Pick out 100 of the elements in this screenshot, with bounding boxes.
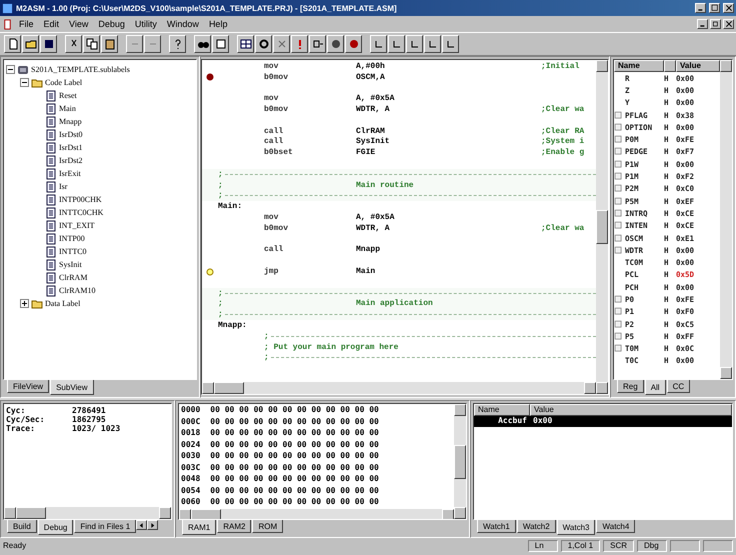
- menu-item[interactable]: Debug: [94, 19, 129, 29]
- tab[interactable]: CC: [666, 380, 690, 393]
- toolbar-button[interactable]: [309, 35, 326, 53]
- menu-item[interactable]: File: [15, 19, 38, 29]
- expander-icon[interactable]: [20, 78, 29, 87]
- expand-box-icon[interactable]: [614, 122, 623, 132]
- toolbar-button[interactable]: [4, 35, 21, 53]
- tree-item[interactable]: ClrRAM: [59, 273, 88, 282]
- expand-box-icon[interactable]: [614, 196, 623, 206]
- tab[interactable]: Build: [7, 520, 37, 533]
- tab[interactable]: All: [644, 380, 666, 395]
- vertical-scrollbar[interactable]: [596, 60, 608, 394]
- column-header[interactable]: Name: [474, 404, 530, 416]
- toolbar-button[interactable]: [169, 35, 186, 53]
- minimize-button[interactable]: [697, 19, 708, 29]
- tree-item[interactable]: S201A_TEMPLATE.sublabels: [31, 65, 130, 74]
- close-button[interactable]: [723, 3, 734, 13]
- watch-value[interactable]: 0x00: [530, 416, 732, 427]
- expand-box-icon[interactable]: [614, 307, 623, 316]
- toolbar-button[interactable]: [345, 35, 362, 53]
- restore-button[interactable]: [710, 19, 721, 29]
- toolbar-button[interactable]: [424, 35, 441, 53]
- column-header[interactable]: Value: [530, 404, 732, 416]
- tab[interactable]: Debug: [38, 520, 74, 535]
- expand-box-icon[interactable]: [614, 221, 623, 230]
- close-button[interactable]: [723, 19, 734, 29]
- tab[interactable]: Reg: [617, 380, 644, 393]
- tree-item[interactable]: INT_EXIT: [59, 221, 95, 230]
- breakpoint-icon[interactable]: [206, 73, 214, 82]
- toolbar-button[interactable]: [237, 35, 254, 53]
- vertical-scrollbar[interactable]: [454, 404, 466, 519]
- toolbar-button[interactable]: [370, 35, 387, 53]
- tab[interactable]: SubView: [50, 380, 94, 395]
- tab[interactable]: RAM2: [217, 520, 252, 533]
- toolbar-button[interactable]: [83, 35, 100, 53]
- tree-item[interactable]: IsrDst1: [59, 143, 83, 152]
- expander-icon[interactable]: [20, 299, 29, 308]
- expand-box-icon[interactable]: [614, 184, 623, 194]
- tree-item[interactable]: ClrRAM10: [59, 286, 96, 295]
- expand-box-icon[interactable]: [614, 110, 623, 120]
- menu-item[interactable]: Utility: [130, 19, 161, 29]
- toolbar-button[interactable]: [273, 35, 290, 53]
- toolbar-button[interactable]: [291, 35, 308, 53]
- expand-box-icon[interactable]: [614, 320, 623, 329]
- expand-box-icon[interactable]: [614, 344, 623, 354]
- tree-item[interactable]: INTP00: [59, 234, 85, 243]
- expand-box-icon[interactable]: [614, 246, 623, 255]
- menu-item[interactable]: Window: [162, 19, 203, 29]
- vertical-scrollbar[interactable]: [720, 60, 732, 379]
- column-header[interactable]: [664, 60, 676, 72]
- menu-item[interactable]: Edit: [40, 19, 64, 29]
- horizontal-scrollbar[interactable]: [202, 382, 596, 394]
- toolbar-button[interactable]: [65, 35, 82, 53]
- tree-item[interactable]: Reset: [59, 91, 77, 100]
- tree-item[interactable]: INTP00CHK: [59, 195, 102, 204]
- toolbar-button[interactable]: [406, 35, 423, 53]
- tab[interactable]: FileView: [7, 380, 50, 393]
- tree-item[interactable]: IsrDst0: [59, 130, 83, 139]
- scroll-left-button[interactable]: [136, 520, 148, 530]
- column-header[interactable]: Value: [676, 60, 720, 72]
- toolbar-button[interactable]: [22, 35, 39, 53]
- tab[interactable]: Watch3: [556, 520, 596, 535]
- expander-icon[interactable]: [6, 65, 15, 74]
- tab[interactable]: RAM1: [182, 520, 216, 535]
- toolbar-button[interactable]: [388, 35, 405, 53]
- tree-item[interactable]: Data Label: [45, 299, 80, 308]
- menu-item[interactable]: View: [65, 19, 92, 29]
- tab[interactable]: Find in Files 1: [74, 520, 136, 533]
- expand-box-icon[interactable]: [614, 208, 623, 218]
- tree-item[interactable]: Main: [59, 104, 76, 113]
- expand-box-icon[interactable]: [614, 172, 623, 182]
- expand-box-icon[interactable]: [614, 147, 623, 156]
- tree-item[interactable]: Isr: [59, 182, 68, 191]
- tree-item[interactable]: Mnapp: [59, 117, 82, 126]
- tree-item[interactable]: INTTC0: [59, 247, 87, 256]
- expand-box-icon[interactable]: [614, 332, 623, 341]
- tree-item[interactable]: IsrExit: [59, 169, 81, 178]
- expand-box-icon[interactable]: [614, 160, 623, 169]
- toolbar-button[interactable]: [327, 35, 344, 53]
- tab[interactable]: Watch1: [477, 520, 516, 533]
- menu-item[interactable]: Help: [204, 19, 232, 29]
- toolbar-button[interactable]: [212, 35, 229, 53]
- toolbar-button[interactable]: [40, 35, 57, 53]
- toolbar-button[interactable]: [126, 35, 143, 53]
- watch-name[interactable]: Accbuf: [474, 416, 530, 427]
- tree-item[interactable]: IsrDst2: [59, 156, 83, 165]
- horizontal-scrollbar[interactable]: [179, 508, 454, 519]
- toolbar-button[interactable]: [144, 35, 161, 53]
- toolbar-button[interactable]: [194, 35, 211, 53]
- maximize-button[interactable]: [709, 3, 720, 13]
- toolbar-button[interactable]: [255, 35, 272, 53]
- scroll-right-button[interactable]: [147, 520, 158, 530]
- minimize-button[interactable]: [695, 3, 706, 13]
- tab[interactable]: ROM: [252, 520, 284, 533]
- expand-box-icon[interactable]: [614, 234, 623, 242]
- tree-item[interactable]: INTTC0CHK: [59, 208, 104, 217]
- expand-box-icon[interactable]: [614, 135, 623, 144]
- column-header[interactable]: Name: [614, 60, 664, 72]
- horizontal-scrollbar[interactable]: [4, 507, 171, 519]
- expand-box-icon[interactable]: [614, 294, 623, 304]
